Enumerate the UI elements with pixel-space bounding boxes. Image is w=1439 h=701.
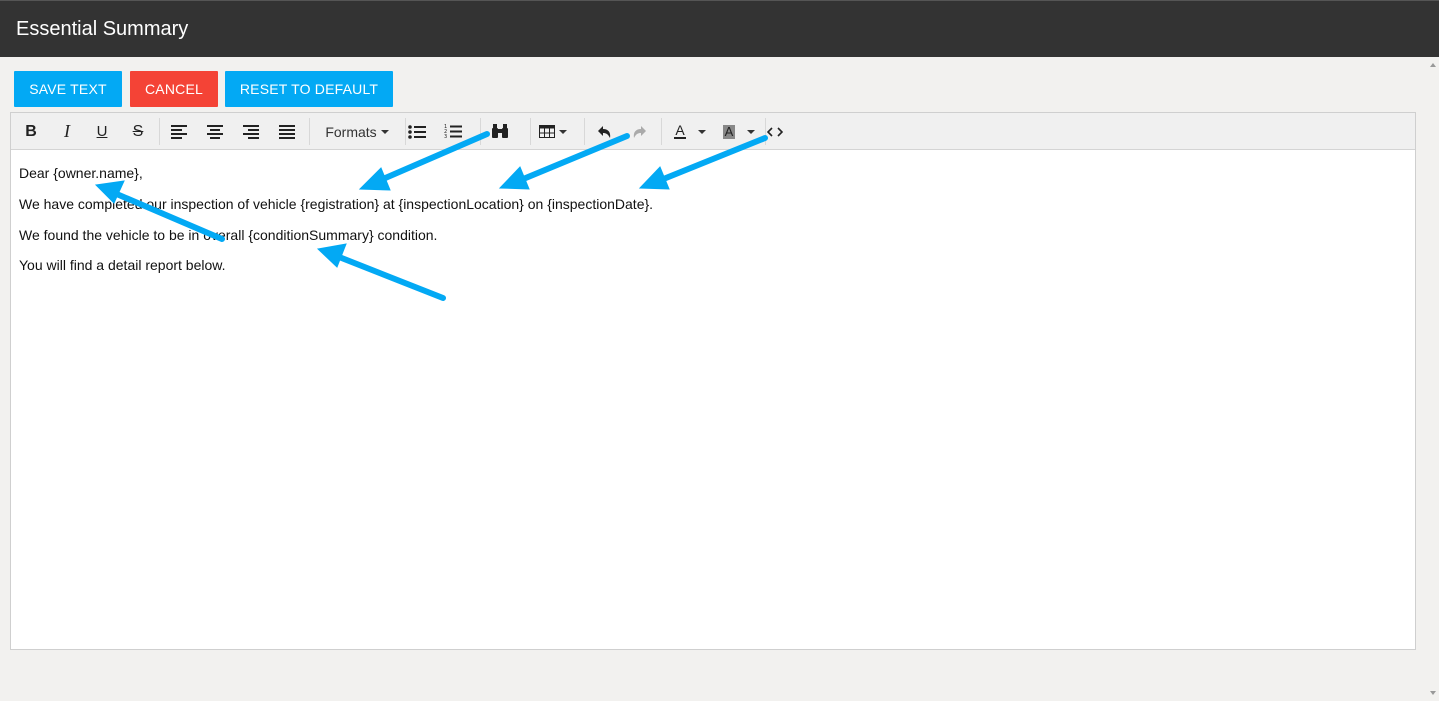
align-justify-icon[interactable] — [277, 119, 297, 144]
scroll-down-icon[interactable] — [1430, 691, 1436, 695]
find-replace-icon[interactable] — [490, 119, 510, 144]
bold-icon[interactable]: B — [21, 119, 41, 144]
page-scrollbar[interactable] — [1427, 57, 1439, 701]
rich-text-editor: B I U S Formats 1 2 3 A A Dear {owner.na… — [10, 112, 1416, 650]
toolbar-divider — [584, 118, 585, 145]
toolbar-divider — [309, 118, 310, 145]
toolbar-divider — [661, 118, 662, 145]
chevron-down-icon — [380, 129, 389, 134]
app-header: Essential Summary — [0, 0, 1439, 57]
editor-line: We found the vehicle to be in overall {c… — [19, 227, 438, 243]
undo-icon[interactable] — [594, 119, 614, 144]
align-left-icon[interactable] — [169, 119, 189, 144]
page-title: Essential Summary — [16, 18, 189, 40]
table-icon[interactable] — [533, 119, 573, 144]
text-color-icon[interactable]: A — [669, 119, 711, 144]
chevron-down-icon — [697, 129, 706, 134]
strikethrough-icon[interactable]: S — [128, 119, 148, 144]
save-text-button[interactable]: SAVE TEXT — [14, 71, 122, 107]
toolbar-divider — [480, 118, 481, 145]
cancel-button[interactable]: CANCEL — [130, 71, 218, 107]
toolbar-divider — [159, 118, 160, 145]
underline-icon[interactable]: U — [92, 119, 112, 144]
align-center-icon[interactable] — [205, 119, 225, 144]
reset-to-default-button[interactable]: RESET TO DEFAULT — [225, 71, 393, 107]
bullet-list-icon[interactable] — [407, 119, 427, 144]
editor-toolbar: B I U S Formats 1 2 3 A A — [11, 113, 1415, 150]
numbered-list-icon[interactable]: 123 — [443, 119, 463, 144]
svg-text:3: 3 — [444, 134, 447, 139]
editor-line: We have completed our inspection of vehi… — [19, 196, 654, 212]
redo-icon[interactable] — [630, 119, 650, 144]
align-right-icon[interactable] — [241, 119, 261, 144]
source-code-icon[interactable] — [765, 119, 785, 144]
editor-line: Dear {owner.name}, — [19, 165, 143, 181]
chevron-down-icon — [747, 129, 756, 134]
editor-line: You will find a detail report below. — [19, 257, 226, 273]
formats-dropdown[interactable]: Formats — [319, 119, 395, 144]
formats-label: Formats — [325, 123, 377, 140]
toolbar-divider — [530, 118, 531, 145]
chevron-down-icon — [559, 129, 567, 134]
scroll-up-icon[interactable] — [1430, 63, 1436, 67]
italic-icon[interactable]: I — [57, 119, 77, 144]
background-color-icon[interactable]: A — [718, 119, 760, 144]
toolbar-divider — [405, 118, 406, 145]
